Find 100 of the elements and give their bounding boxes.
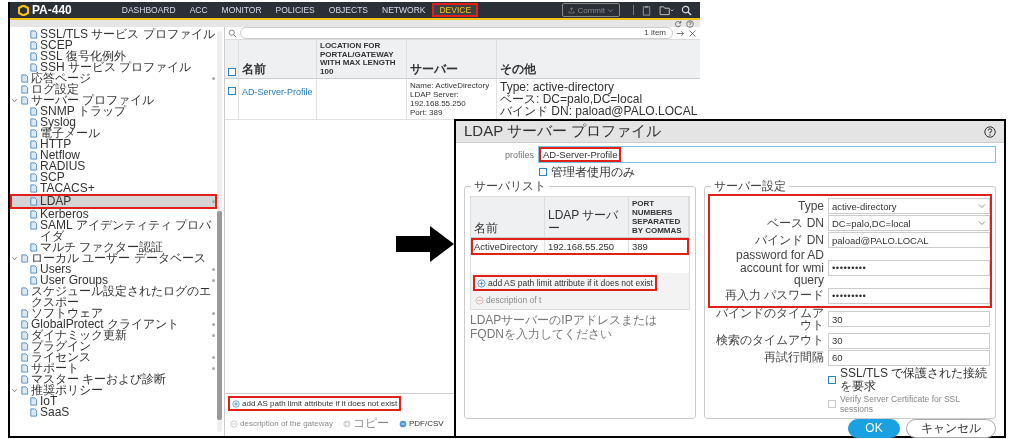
field-label: 検索のタイムアウト [715, 334, 824, 347]
text-field[interactable]: 60 [828, 349, 990, 366]
upload-icon [568, 6, 576, 14]
nav-tab[interactable]: NETWORK [375, 3, 433, 17]
checkbox[interactable] [539, 168, 547, 176]
tree-item[interactable]: SAML アイデンティティ プロバイダ [10, 220, 217, 242]
tree-item[interactable]: SSH サービス プロファイル [10, 62, 217, 73]
checkbox[interactable] [228, 87, 236, 95]
chevron-icon[interactable] [11, 255, 18, 262]
caret-icon [978, 219, 986, 227]
tree-item[interactable]: マスター キーおよび診断 [10, 374, 217, 385]
table-cell: 389 [629, 238, 689, 255]
text-field[interactable]: AD-Server-Profile [538, 146, 996, 163]
table-cell: 192.168.55.250 [545, 238, 629, 255]
help-icon[interactable] [984, 125, 996, 138]
text-field[interactable]: 30 [828, 332, 990, 349]
tree-item[interactable]: 推奨ポリシー [10, 385, 217, 396]
password-field[interactable]: ••••••••• [828, 287, 990, 304]
tree-item[interactable]: マルチ ファクター認証 [10, 242, 217, 253]
refresh-icon[interactable] [674, 19, 682, 28]
tree-item[interactable]: Kerberos [10, 209, 217, 220]
column-header: サーバー [407, 40, 497, 79]
tree-item[interactable]: サーバー プロファイル [10, 95, 217, 106]
scrollbar[interactable] [217, 31, 222, 432]
tree-item[interactable]: Users [10, 264, 217, 275]
text-field[interactable]: 30 [828, 311, 990, 327]
add-button[interactable]: add AS path limit attribute if it does not exist [473, 275, 657, 291]
checkbox-label: SSL/TLS で保護された接続を要求 [840, 366, 989, 393]
tree-item[interactable]: LDAP [10, 194, 217, 209]
close-icon[interactable] [688, 28, 697, 38]
search-icon[interactable] [681, 4, 692, 16]
minus-icon [230, 419, 238, 428]
clipboard-icon[interactable] [641, 4, 652, 16]
tree-item[interactable]: User Groups [10, 275, 217, 286]
column-header: その他 [497, 40, 700, 79]
field-label: Type [797, 199, 824, 213]
profile-link[interactable]: AD-Server-Profile [242, 87, 313, 97]
field-label: 再入力 パスワード [723, 289, 824, 302]
add-button[interactable]: add AS path limit attribute if it does not exist [228, 396, 402, 411]
text-field[interactable]: paload@PALO.LOCAL [828, 232, 990, 248]
caret-icon [607, 6, 614, 14]
dropdown[interactable]: DC=palo,DC=local [828, 215, 990, 231]
tree-item[interactable]: ローカル ユーザー データベース [10, 253, 217, 264]
hint-text: LDAPサーバーのIPアドレスまたはFQDNを入力してください [470, 313, 658, 341]
table-cell: ActiveDirectory [471, 238, 545, 255]
tree-item[interactable]: SSL/TLS サービス プロファイル [10, 29, 217, 40]
logo-icon [18, 4, 29, 16]
caret-icon [978, 202, 986, 210]
plus-icon [232, 399, 240, 408]
tree-item[interactable]: TACACS+ [10, 183, 217, 194]
tree-item[interactable]: ログ設定 [10, 84, 217, 95]
minus-icon [475, 295, 484, 305]
panel-title: サーバー設定 [711, 179, 789, 193]
tree-item[interactable]: スケジュール設定されたログのエクスポー [10, 286, 217, 308]
nav-tab[interactable]: OBJECTS [321, 3, 375, 17]
tree-item[interactable]: サポート [10, 363, 217, 374]
export-button[interactable]: PDF/CSV [396, 413, 446, 434]
checkbox[interactable] [828, 375, 836, 384]
dropdown[interactable]: active-directory [828, 198, 990, 214]
panel-title: サーバリスト [471, 179, 549, 193]
tree-item[interactable]: SCEP [10, 40, 217, 51]
logo-text: PA-440 [32, 3, 72, 17]
checkbox[interactable] [228, 68, 236, 76]
tree-item[interactable]: RADIUS [10, 161, 217, 172]
chevron-icon[interactable] [11, 387, 18, 394]
tree-item[interactable]: HTTP [10, 139, 217, 150]
table-row[interactable]: ActiveDirectory 192.168.55.250 389 [471, 238, 689, 255]
cancel-button[interactable]: キャンセル [906, 418, 996, 438]
folder-icon[interactable] [659, 4, 674, 16]
tree-item[interactable]: SCP [10, 172, 217, 183]
arrow-right-icon[interactable] [676, 28, 685, 38]
tree-item[interactable]: プラグイン [10, 341, 217, 352]
tree-item[interactable]: Netflow [10, 150, 217, 161]
column-header: LDAP サーバー [545, 197, 629, 238]
tree-item[interactable]: IoT [10, 396, 217, 407]
nav-tab[interactable]: ACC [182, 3, 215, 17]
plus-icon [477, 278, 486, 288]
tree-item[interactable]: SaaS [10, 407, 217, 418]
tree-item[interactable]: 電子メール [10, 128, 217, 139]
tree-item[interactable]: GlobalProtect クライアント [10, 319, 217, 330]
nav-tab[interactable]: DASHBOARD [114, 3, 183, 17]
chevron-icon[interactable] [11, 97, 18, 104]
checkbox-label: Verify Server Certificate for SSL sessions [840, 393, 961, 414]
nav-tab[interactable]: MONITOR [214, 3, 269, 17]
tree-item[interactable]: ダイナミック更新 [10, 330, 217, 341]
tree-item[interactable]: Syslog [10, 117, 217, 128]
tree-item[interactable]: SNMP トラップ [10, 106, 217, 117]
tree-item[interactable]: ライセンス [10, 352, 217, 363]
field-label: バインド DN [754, 233, 824, 247]
tree-item[interactable]: SSL 復号化例外 [10, 51, 217, 62]
password-field[interactable]: ••••••••• [828, 259, 990, 276]
tree-item[interactable]: 応答ページ [10, 73, 217, 84]
field-label: password for AD account for wmi query [734, 249, 824, 287]
nav-tab[interactable]: DEVICE [432, 3, 479, 17]
checkbox-label: 管理者使用のみ [551, 165, 635, 179]
nav-tab[interactable]: POLICIES [268, 3, 322, 17]
export-icon [398, 419, 407, 428]
field-label: ベース DN [766, 216, 824, 230]
tree-item[interactable]: ソフトウェア [10, 308, 217, 319]
field-label: profiles [504, 149, 534, 160]
